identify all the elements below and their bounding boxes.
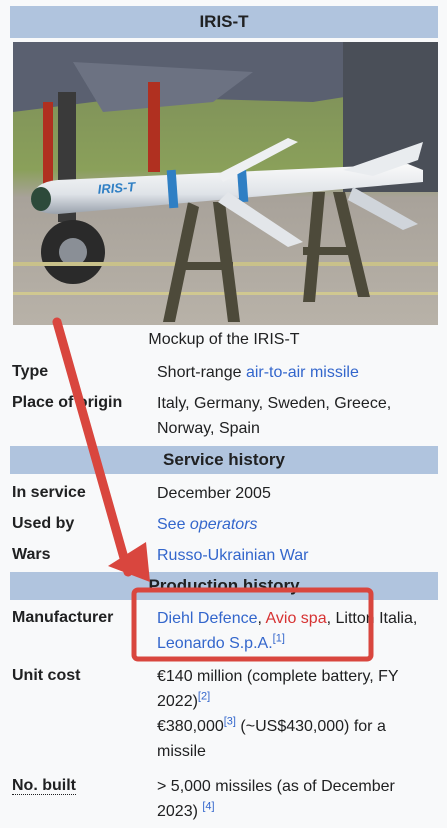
ref-3[interactable]: [3] — [224, 716, 236, 728]
in-service-label: In service — [12, 484, 86, 501]
manufacturer-value: Diehl Defence, Avio spa, Litton Italia, … — [157, 606, 432, 656]
origin-label: Place of origin — [12, 394, 123, 411]
diehl-defence-link[interactable]: Diehl Defence — [157, 610, 258, 627]
operators-link[interactable]: operators — [190, 516, 258, 533]
origin-value: Italy, Germany, Sweden, Greece, Norway, … — [157, 395, 392, 437]
no-built-value: > 5,000 missiles (as of December 2023) [… — [157, 774, 432, 824]
unit-cost-label: Unit cost — [12, 667, 81, 684]
type-text: Short-range — [157, 364, 246, 381]
missile-photo-graphic: IRIS-T — [13, 42, 438, 325]
russo-ukrainian-war-link[interactable]: Russo-Ukrainian War — [157, 547, 308, 564]
wars-label: Wars — [12, 546, 51, 563]
manufacturer-sep-1: , — [257, 610, 266, 627]
unit-cost-line-1: €140 million (complete battery, FY 2022) — [157, 668, 399, 710]
image-caption: Mockup of the IRIS-T — [10, 327, 438, 353]
unit-cost-line-2a: €380,000 — [157, 718, 224, 735]
used-by-label: Used by — [12, 515, 75, 532]
infobox-title: IRIS-T — [10, 6, 438, 38]
air-to-air-missile-link[interactable]: air-to-air missile — [246, 364, 359, 381]
unit-cost-value: €140 million (complete battery, FY 2022)… — [157, 664, 432, 764]
used-by-value: See operators — [157, 512, 432, 537]
ref-2[interactable]: [2] — [198, 691, 210, 703]
ref-1[interactable]: [1] — [273, 633, 285, 645]
leonardo-link[interactable]: Leonardo S.p.A. — [157, 635, 273, 652]
production-history-header: Production history — [10, 572, 438, 600]
wars-value: Russo-Ukrainian War — [157, 543, 432, 568]
avio-spa-link[interactable]: Avio spa — [266, 610, 327, 627]
missile-photo[interactable]: IRIS-T — [13, 42, 438, 325]
no-built-label: No. built — [12, 777, 76, 795]
ref-4[interactable]: [4] — [202, 801, 214, 813]
no-built-text: > 5,000 missiles (as of December 2023) — [157, 778, 395, 820]
see-text[interactable]: See — [157, 516, 190, 533]
infobox: IRIS-T IRIS-T Mockup of the IRIS-T Type … — [0, 0, 447, 828]
type-label: Type — [12, 363, 49, 380]
in-service-value: December 2005 — [157, 485, 271, 502]
manufacturer-label: Manufacturer — [12, 609, 114, 626]
service-history-header: Service history — [10, 446, 438, 474]
missile-marking: IRIS-T — [97, 179, 137, 197]
no-built-abbr[interactable]: No. built — [12, 777, 76, 795]
type-value: Short-range air-to-air missile — [157, 360, 432, 385]
manufacturer-sep-2: , Litton Italia, — [326, 610, 418, 627]
